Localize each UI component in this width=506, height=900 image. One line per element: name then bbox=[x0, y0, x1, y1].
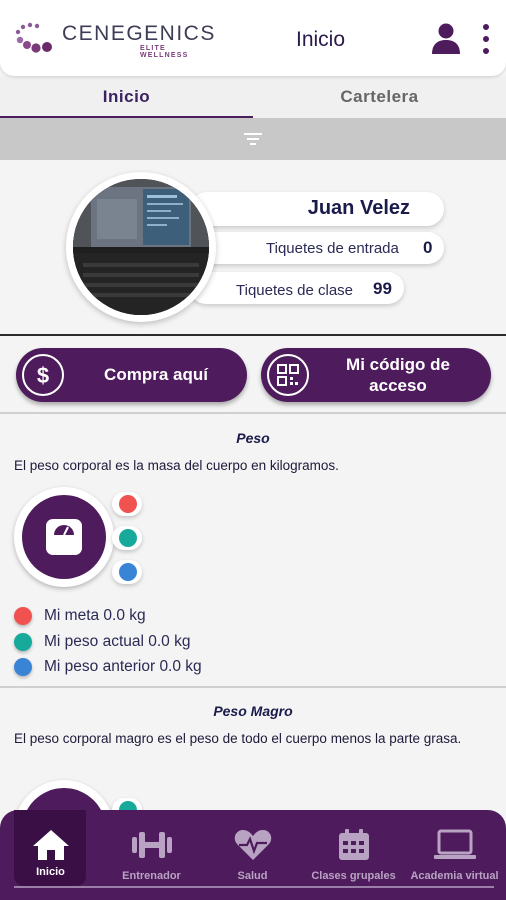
legend-dot-meta bbox=[14, 607, 32, 625]
filter-bar[interactable] bbox=[0, 118, 506, 160]
logo-dots-icon bbox=[15, 22, 52, 53]
dollar-icon: $ bbox=[22, 354, 64, 396]
logo-subtext: ELITE WELLNESS bbox=[140, 45, 189, 59]
avatar[interactable] bbox=[73, 179, 209, 315]
avatar-frame[interactable] bbox=[66, 172, 216, 322]
filter-icon[interactable] bbox=[241, 128, 265, 150]
access-code-button-label: Mi código de acceso bbox=[323, 354, 473, 396]
user-icon[interactable] bbox=[431, 22, 461, 54]
divider bbox=[0, 412, 506, 414]
calendar-icon bbox=[338, 829, 369, 860]
entry-tickets-pill: Tiquetes de entrada 0 bbox=[190, 232, 444, 264]
meta-indicator bbox=[112, 492, 142, 516]
logo-text: CENEGENICS bbox=[62, 22, 216, 45]
buy-button[interactable]: $ Compra aquí bbox=[16, 348, 247, 402]
nav-line bbox=[14, 886, 494, 888]
class-tickets-pill: Tiquetes de clase 99 bbox=[190, 272, 404, 304]
legend-label-meta: Mi meta 0.0 kg bbox=[44, 607, 146, 624]
home-icon bbox=[32, 830, 69, 860]
divider bbox=[0, 686, 506, 688]
buy-button-label: Compra aquí bbox=[104, 365, 208, 384]
laptop-icon bbox=[433, 829, 476, 859]
nav-label-academia-virtual: Academia virtual bbox=[410, 870, 499, 882]
tab-inicio[interactable]: Inicio bbox=[0, 76, 253, 118]
nav-label-inicio: Inicio bbox=[36, 866, 65, 878]
legend-dot-anterior bbox=[14, 658, 32, 676]
class-tickets-label: Tiquetes de clase bbox=[236, 282, 354, 299]
dumbbell-icon bbox=[131, 832, 172, 858]
actual-indicator bbox=[112, 526, 142, 550]
bottom-nav: Inicio Entrenador Salud Clases grupales … bbox=[0, 810, 506, 900]
access-code-button[interactable]: Mi código de acceso bbox=[261, 348, 491, 402]
divider bbox=[0, 334, 506, 336]
access-code-label-line2: acceso bbox=[369, 376, 427, 395]
weight-gauge[interactable] bbox=[14, 487, 114, 587]
legend-label-anterior: Mi peso anterior 0.0 kg bbox=[44, 658, 202, 675]
peso-magro-title: Peso Magro bbox=[213, 703, 293, 719]
more-vert-icon[interactable] bbox=[476, 22, 496, 56]
entry-tickets-label: Tiquetes de entrada bbox=[266, 240, 399, 257]
user-name: Juan Velez bbox=[307, 197, 410, 219]
cenegenics-logo: CENEGENICS ELITE WELLNESS bbox=[12, 18, 214, 59]
profile-card: Juan Velez Tiquetes de entrada 0 Tiquete… bbox=[0, 160, 506, 336]
peso-description: El peso corporal es la masa del cuerpo e… bbox=[14, 458, 339, 473]
tab-cartelera[interactable]: Cartelera bbox=[253, 76, 506, 118]
anterior-indicator bbox=[112, 560, 142, 584]
nav-label-entrenador: Entrenador bbox=[122, 870, 181, 882]
tab-bar: Inicio Cartelera bbox=[0, 76, 506, 118]
entry-tickets-value: 0 bbox=[423, 238, 433, 257]
class-tickets-value: 99 bbox=[373, 279, 392, 298]
app-header: CENEGENICS ELITE WELLNESS Inicio bbox=[0, 0, 506, 76]
peso-magro-description: El peso corporal magro es el peso de tod… bbox=[14, 731, 462, 746]
legend-label-actual: Mi peso actual 0.0 kg bbox=[44, 633, 191, 650]
nav-label-clases-grupales: Clases grupales bbox=[311, 870, 396, 882]
scale-icon bbox=[22, 495, 106, 579]
peso-title: Peso bbox=[236, 430, 270, 446]
avatar-photo bbox=[73, 179, 209, 315]
name-pill: Juan Velez bbox=[190, 192, 444, 226]
svg-text:$: $ bbox=[37, 363, 49, 388]
access-code-label-line1: Mi código de bbox=[346, 355, 450, 374]
nav-label-salud: Salud bbox=[237, 870, 268, 882]
heart-pulse-icon bbox=[234, 830, 271, 860]
legend-dot-actual bbox=[14, 633, 32, 651]
page-title: Inicio bbox=[296, 28, 346, 51]
qr-code-icon bbox=[267, 354, 309, 396]
